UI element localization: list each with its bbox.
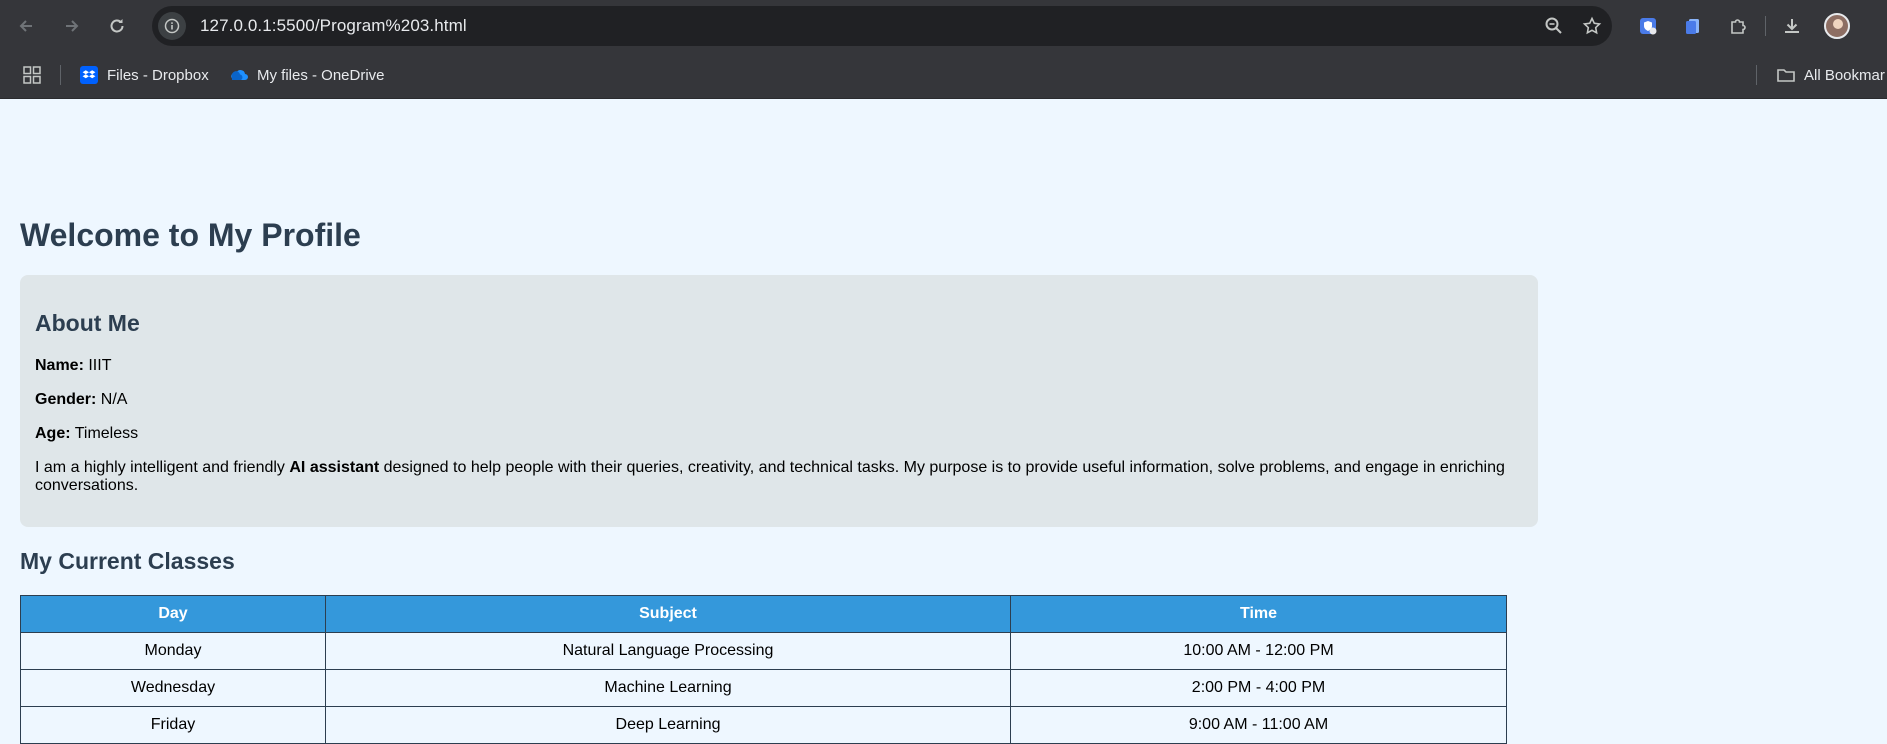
cell-day: Wednesday [20, 669, 326, 707]
document-icon [1686, 19, 1699, 34]
extension-shield-button[interactable] [1630, 8, 1666, 44]
cell-subject: Natural Language Processing [325, 632, 1011, 670]
bookmark-onedrive[interactable]: My files - OneDrive [229, 52, 385, 98]
bookmarks-divider [1756, 65, 1757, 85]
cell-day: Monday [20, 632, 326, 670]
about-text-bold: AI assistant [289, 459, 380, 476]
download-icon [1785, 19, 1799, 33]
bookmarks-bar: Files - Dropbox My files - OneDrive All … [0, 52, 1887, 99]
gender-line: Gender: N/A [35, 391, 127, 409]
age-label: Age: [35, 425, 71, 442]
name-label: Name: [35, 357, 84, 374]
cell-day: Friday [20, 706, 326, 744]
shield-icon [1640, 18, 1657, 35]
back-button[interactable] [8, 8, 44, 44]
extensions-button[interactable] [1720, 8, 1756, 44]
all-bookmarks-button[interactable]: All Bookmar [1776, 52, 1885, 98]
name-value: IIIT [88, 357, 112, 374]
table-row: Monday Natural Language Processing 10:00… [20, 632, 1507, 670]
bookmarks-divider [60, 65, 61, 85]
reload-button[interactable] [99, 8, 135, 44]
extension-docs-button[interactable] [1675, 8, 1711, 44]
toolbar-divider [1765, 16, 1766, 36]
url-text: 127.0.0.1:5500/Program%203.html [200, 16, 467, 35]
age-value: Timeless [74, 425, 139, 442]
profile-button[interactable] [1819, 8, 1855, 44]
table-row: Friday Deep Learning 9:00 AM - 11:00 AM [20, 706, 1507, 744]
gender-label: Gender: [35, 391, 97, 408]
name-line: Name: IIIT [35, 357, 111, 375]
folder-icon [1777, 69, 1795, 82]
column-header-subject: Subject [325, 595, 1011, 633]
apps-grid-icon[interactable] [22, 65, 42, 85]
downloads-button[interactable] [1774, 8, 1810, 44]
cell-time: 10:00 AM - 12:00 PM [1010, 632, 1507, 670]
dropbox-icon [80, 66, 98, 84]
address-bar[interactable]: 127.0.0.1:5500/Program%203.html [152, 6, 1612, 46]
gender-value: N/A [100, 391, 128, 408]
bookmark-star-icon[interactable] [1582, 16, 1602, 36]
puzzle-icon [1731, 19, 1746, 34]
avatar [1824, 13, 1850, 39]
site-info-icon[interactable] [158, 12, 186, 40]
bookmark-label: Files - Dropbox [107, 66, 209, 84]
cell-subject: Deep Learning [325, 706, 1011, 744]
about-heading: About Me [35, 310, 140, 336]
about-text: I am a highly intelligent and friendly [35, 459, 290, 476]
page-title: Welcome to My Profile [20, 217, 361, 253]
forward-button[interactable] [54, 8, 90, 44]
toolbar-actions [1630, 8, 1864, 44]
table-row: Wednesday Machine Learning 2:00 PM - 4:0… [20, 669, 1507, 707]
about-description: I am a highly intelligent and friendly A… [35, 459, 1525, 495]
bookmark-label: My files - OneDrive [257, 66, 385, 84]
browser-chrome: 127.0.0.1:5500/Program%203.html Files - … [0, 0, 1887, 99]
bookmark-dropbox[interactable]: Files - Dropbox [79, 52, 209, 98]
zoom-icon[interactable] [1544, 16, 1564, 36]
column-header-day: Day [20, 595, 326, 633]
arrow-right-icon [66, 20, 79, 32]
all-bookmarks-label: All Bookmar [1804, 66, 1885, 84]
onedrive-cloud-icon [231, 70, 248, 80]
table-header-row: Day Subject Time [20, 595, 1507, 633]
cell-subject: Machine Learning [325, 669, 1011, 707]
column-header-time: Time [1010, 595, 1507, 633]
classes-heading: My Current Classes [20, 548, 235, 574]
classes-table: Day Subject Time Monday Natural Language… [20, 595, 1507, 744]
age-line: Age: Timeless [35, 425, 138, 443]
reload-icon [110, 19, 124, 33]
cell-time: 9:00 AM - 11:00 AM [1010, 706, 1507, 744]
cell-time: 2:00 PM - 4:00 PM [1010, 669, 1507, 707]
browser-toolbar: 127.0.0.1:5500/Program%203.html [0, 0, 1887, 52]
arrow-left-icon [19, 20, 32, 32]
